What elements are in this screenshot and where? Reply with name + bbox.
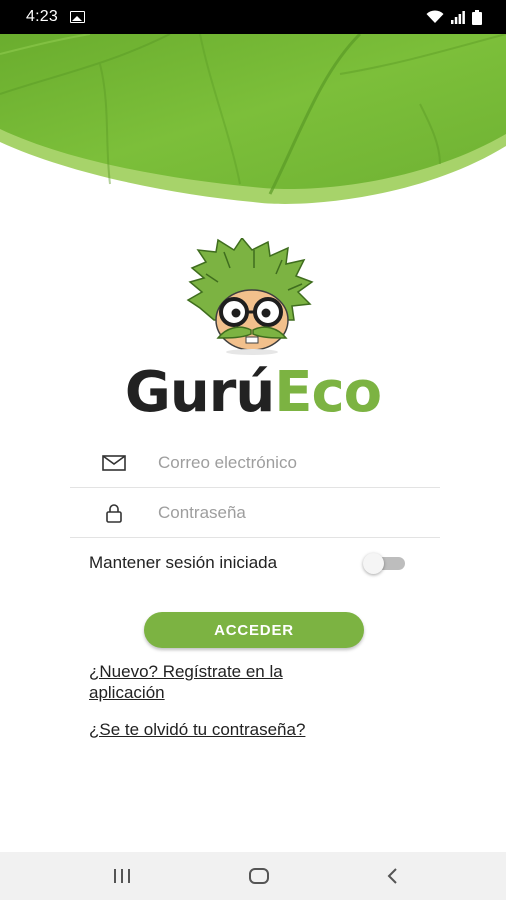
mascot-logo-icon [186, 238, 314, 355]
brand-wordmark: GurúEco [0, 358, 506, 428]
navigation-bar [0, 852, 506, 900]
back-icon[interactable] [386, 867, 400, 885]
email-field[interactable] [158, 453, 418, 473]
email-row [70, 439, 440, 488]
lock-icon [70, 503, 158, 523]
signal-icon [451, 10, 465, 24]
wifi-icon [426, 10, 444, 23]
mail-icon [70, 455, 158, 471]
toggle-knob [363, 553, 384, 574]
login-screen: 4:23 GurúEco Correo electrónico Mantener… [0, 0, 506, 900]
status-time: 4:23 [26, 8, 58, 25]
brand-name-eco: Eco [274, 360, 382, 425]
gallery-icon [69, 11, 85, 23]
status-bar: 4:23 [0, 0, 506, 34]
keep-session-toggle[interactable] [363, 553, 407, 574]
brand-name-guru: Gurú [124, 360, 275, 425]
battery-icon [472, 9, 482, 25]
acceder-button[interactable]: ACCEDER [144, 612, 364, 648]
leaf-header-banner [0, 34, 506, 204]
register-link[interactable]: ¿Nuevo? Regístrate en la aplicación [89, 661, 359, 703]
status-icons [426, 9, 482, 25]
password-row [70, 489, 440, 538]
recent-apps-icon[interactable] [112, 868, 132, 884]
forgot-password-link[interactable]: ¿Se te olvidó tu contraseña? [89, 719, 389, 740]
keep-session-label: Mantener sesión iniciada [89, 553, 278, 572]
password-field[interactable] [158, 503, 418, 523]
home-icon[interactable] [248, 867, 270, 885]
keep-session-row: Mantener sesión iniciada [89, 548, 407, 578]
